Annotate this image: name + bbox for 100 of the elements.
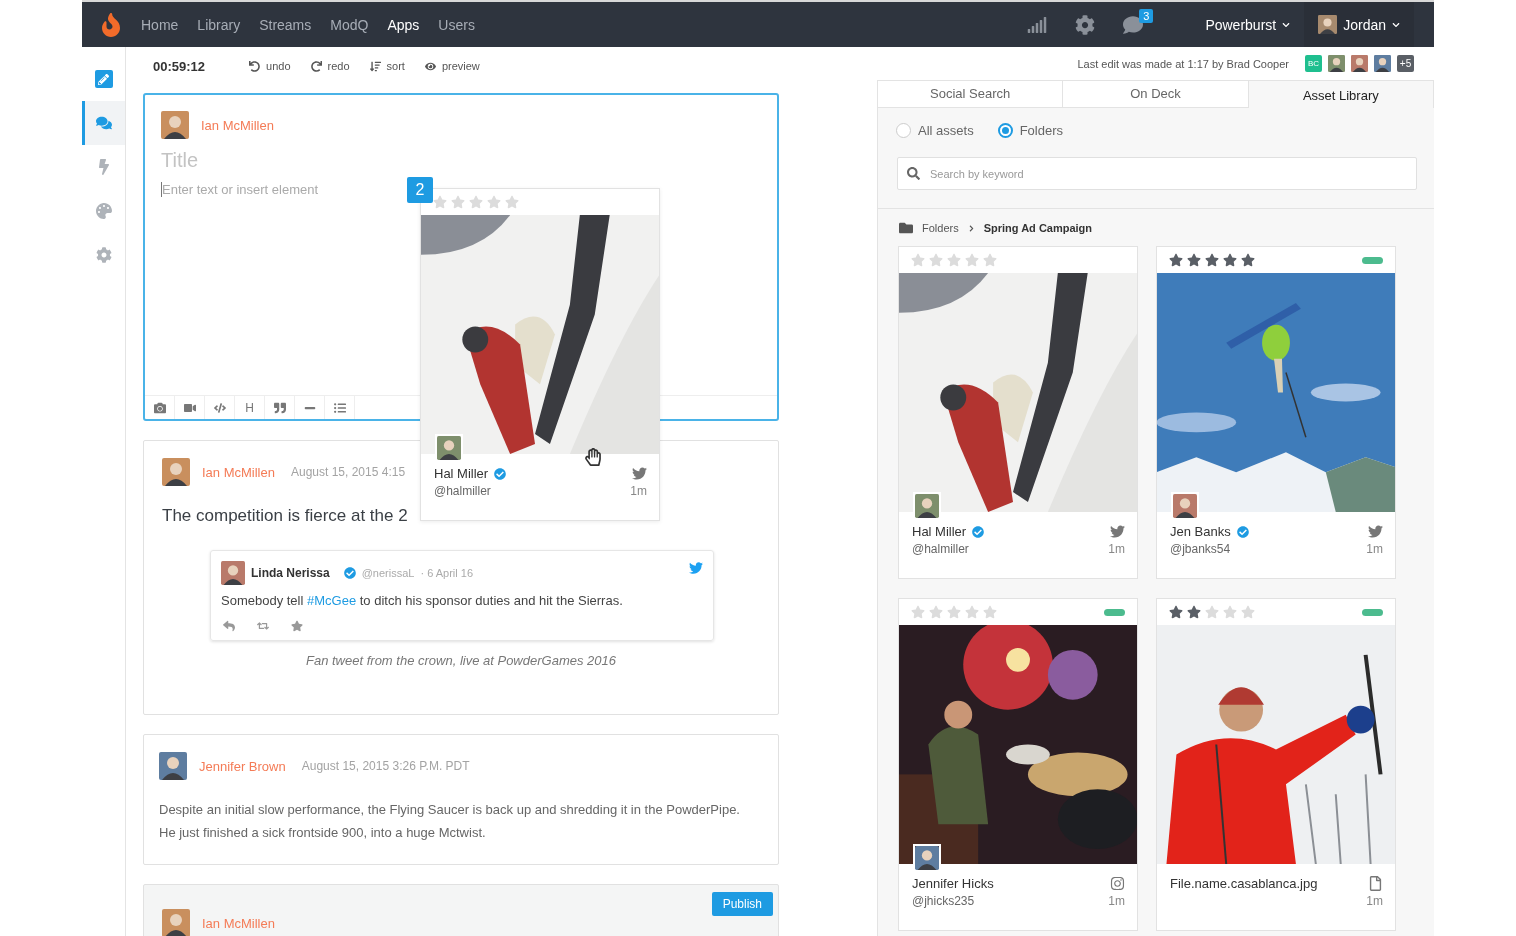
- breadcrumb-current: Spring Ad Campaign: [983, 222, 1093, 234]
- star-icon: [1169, 253, 1183, 267]
- star-rating[interactable]: [1169, 605, 1255, 619]
- radio-dot[interactable]: [896, 123, 911, 138]
- filter-radio[interactable]: All assets: [896, 123, 974, 138]
- avatar: [161, 111, 189, 139]
- asset-time: 1m: [1108, 542, 1125, 556]
- post-text-line: Despite an initial slow performance, the Flying Saucer is back up and shredding it in the PowderPipe.: [159, 801, 741, 819]
- star-icon: [1205, 253, 1219, 267]
- star-icon: [947, 253, 961, 267]
- bird-icon: [689, 561, 703, 575]
- nav-link[interactable]: Users: [438, 16, 475, 33]
- search-field[interactable]: Search by keyword: [897, 157, 1417, 190]
- asset-name: Hal Miller: [434, 466, 489, 481]
- hand-cursor-icon: [584, 448, 602, 466]
- tweet-text: Somebody tell #McGee to ditch his sponsor duties and hit the Sierras.: [221, 593, 624, 608]
- asset-time: 1m: [1366, 894, 1383, 908]
- asset-handle: @jhicks235: [912, 894, 975, 908]
- panel-tab[interactable]: On Deck: [1063, 80, 1249, 108]
- star-icon: [505, 195, 519, 209]
- avatar: [1173, 494, 1197, 518]
- star-rating[interactable]: [911, 253, 997, 267]
- more-collaborators[interactable]: +5: [1397, 55, 1414, 72]
- asset-handle: @halmiller: [912, 542, 969, 556]
- redo-button[interactable]: redo: [310, 60, 350, 72]
- star-icon[interactable]: [291, 620, 303, 632]
- avatar: [1351, 55, 1368, 72]
- flame-logo[interactable]: [99, 12, 123, 37]
- nav-link[interactable]: Streams: [259, 16, 312, 33]
- camera-icon: [1110, 876, 1125, 891]
- bird-icon: [1368, 524, 1383, 539]
- star-icon: [983, 253, 997, 267]
- heading-button[interactable]: H: [235, 396, 265, 419]
- nav-link[interactable]: Home: [141, 16, 179, 33]
- star-icon: [1223, 253, 1237, 267]
- preview-button[interactable]: preview: [424, 60, 480, 72]
- redo-icon: [310, 60, 322, 72]
- tweet-author: Linda Nerissa: [251, 566, 330, 580]
- search-icon: [907, 167, 920, 180]
- asset-time: 1m: [1108, 894, 1125, 908]
- undo-icon: [249, 60, 261, 72]
- panel-tab[interactable]: Social Search: [878, 80, 1064, 108]
- user-dropdown[interactable]: Jordan: [1304, 2, 1414, 47]
- palette-icon: [95, 203, 112, 219]
- radio-dot[interactable]: [997, 123, 1013, 138]
- asset-card[interactable]: Jennifer Hicks @jhicks235 1m: [898, 598, 1138, 931]
- star-icon: [1205, 605, 1219, 619]
- nav-link[interactable]: Library: [197, 16, 241, 33]
- bar-chart-icon[interactable]: [1027, 14, 1048, 35]
- code-icon: [213, 401, 226, 414]
- star-icon: [1169, 605, 1183, 619]
- tweet-date: · 6 April 16: [420, 567, 474, 579]
- chat-bubble-icon[interactable]: [1123, 14, 1144, 35]
- star-icon: [965, 253, 979, 267]
- asset-card[interactable]: File.name.casablanca.jpg 1m: [1156, 598, 1396, 931]
- chevron-right-icon: [967, 224, 975, 232]
- star-icon: [911, 253, 925, 267]
- post-text-line: He just finished a sick frontside 900, into a huge Mctwist.: [159, 824, 487, 842]
- last-edit-status: Last edit was made at 1:17 by Brad Cooper: [1077, 57, 1289, 70]
- avatar: [915, 846, 939, 870]
- avatar: [162, 458, 190, 486]
- hashtag-link[interactable]: #McGee: [307, 593, 357, 608]
- asset-name: File.name.casablanca.jpg: [1170, 876, 1318, 891]
- settings-icon[interactable]: [1075, 14, 1096, 35]
- star-icon: [1241, 253, 1255, 267]
- filter-radio[interactable]: Folders: [997, 123, 1063, 138]
- asset-card[interactable]: Jen Banks @jbanks54 1m: [1156, 246, 1396, 579]
- asset-time: 1m: [630, 484, 647, 498]
- avatar: [1374, 55, 1391, 72]
- sort-button[interactable]: sort: [369, 60, 405, 72]
- breadcrumb-link[interactable]: Folders: [922, 222, 959, 234]
- camera-icon: [153, 401, 166, 414]
- file-icon: [1368, 876, 1383, 891]
- chat-tab[interactable]: [82, 101, 125, 145]
- quote-icon: [273, 401, 286, 414]
- settings-icon: [95, 247, 112, 263]
- star-rating[interactable]: [433, 195, 519, 209]
- star-icon: [929, 605, 943, 619]
- star-rating[interactable]: [1169, 253, 1255, 267]
- star-icon: [469, 195, 483, 209]
- star-icon: [965, 605, 979, 619]
- star-icon: [451, 195, 465, 209]
- reply-icon[interactable]: [223, 620, 235, 632]
- star-icon: [1187, 605, 1201, 619]
- star-rating[interactable]: [911, 605, 997, 619]
- pencil-icon: [94, 70, 113, 88]
- nav-link[interactable]: Apps: [387, 16, 420, 33]
- bird-icon: [632, 466, 647, 481]
- folder-icon: [899, 221, 913, 235]
- star-icon: [929, 253, 943, 267]
- star-icon: [911, 605, 925, 619]
- embed-caption: Fan tweet from the crown, live at PowderGames 2016: [305, 653, 617, 668]
- asset-handle: @halmiller: [434, 484, 491, 498]
- panel-tab[interactable]: Asset Library: [1248, 80, 1434, 108]
- nav-link[interactable]: ModQ: [330, 16, 369, 33]
- asset-card[interactable]: Hal Miller @halmiller 1m: [898, 246, 1138, 579]
- workspace-dropdown[interactable]: Powerburst: [1191, 2, 1305, 47]
- asset-handle: @jbanks54: [1170, 542, 1231, 556]
- retweet-icon[interactable]: [257, 620, 269, 632]
- undo-button[interactable]: undo: [249, 60, 291, 72]
